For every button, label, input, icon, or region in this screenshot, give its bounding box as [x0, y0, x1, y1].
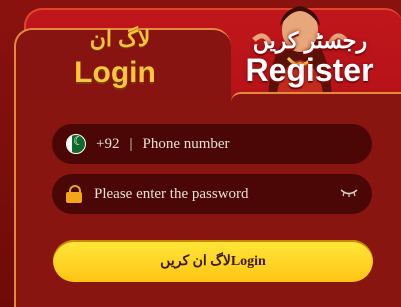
register-label[interactable]: Register	[222, 52, 397, 89]
register-urdu-label: رجسٹر کریں	[252, 28, 368, 53]
login-urdu-label: لاگ ان	[89, 26, 151, 51]
login-label[interactable]: Login	[50, 56, 180, 90]
phone-field[interactable]: +92 | Phone number	[52, 124, 372, 164]
lock-icon	[66, 185, 82, 203]
eye-closed-icon[interactable]	[340, 187, 358, 199]
login-submit-button[interactable]: لاگ ان کریںLogin	[53, 240, 373, 282]
pakistan-flag-icon[interactable]	[66, 134, 86, 154]
field-separator: |	[129, 135, 133, 152]
password-input[interactable]: Please enter the password	[94, 186, 249, 203]
phone-input[interactable]: Phone number	[142, 136, 229, 153]
country-code[interactable]: +92	[96, 136, 119, 153]
password-field[interactable]: Please enter the password	[52, 174, 372, 214]
